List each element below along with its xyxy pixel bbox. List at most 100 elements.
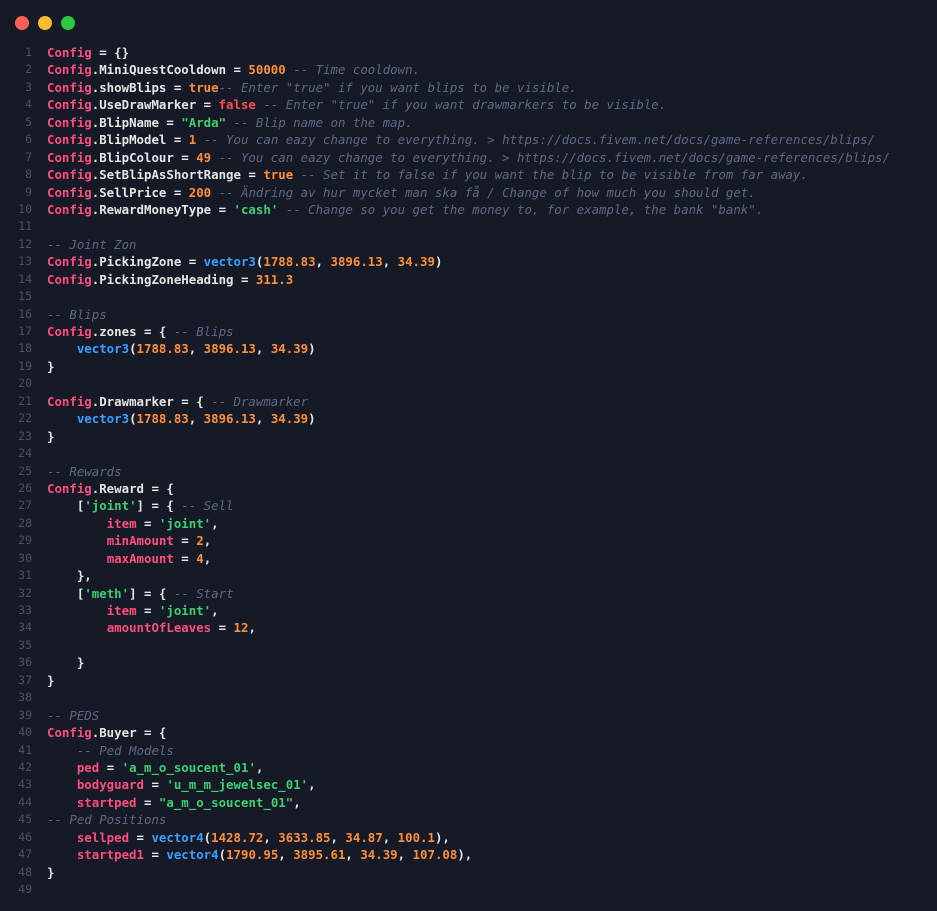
close-button[interactable]: [15, 16, 29, 30]
code-token: .BlipModel =: [91, 132, 189, 148]
code-token: Config: [47, 167, 92, 183]
line-number: 10: [18, 201, 32, 216]
line-text[interactable]: }: [47, 358, 54, 375]
maximize-button[interactable]: [61, 16, 75, 30]
line-text[interactable]: Config.SetBlipAsShortRange = true -- Set…: [47, 166, 808, 183]
line-text[interactable]: -- Joint Zon: [47, 236, 137, 253]
line-text[interactable]: item = 'joint',: [47, 515, 219, 532]
line-text[interactable]: }: [47, 672, 54, 689]
code-line: 13 Config.PickingZone = vector3(1788.83, …: [0, 253, 937, 270]
line-text[interactable]: bodyguard = 'u_m_m_jewelsec_01',: [47, 776, 316, 793]
line-number: 36: [18, 655, 32, 670]
code-token: 4: [196, 550, 204, 566]
line-text[interactable]: -- Ped Models: [47, 742, 174, 759]
line-text[interactable]: }: [47, 428, 54, 445]
line-text[interactable]: startped = "a_m_o_soucent_01",: [47, 794, 301, 811]
code-token: =: [211, 620, 234, 636]
line-text[interactable]: ped = 'a_m_o_soucent_01',: [47, 759, 264, 776]
code-token: =: [173, 533, 197, 549]
code-line: 18 vector3(1788.83, 3896.13, 34.39): [0, 340, 937, 357]
line-text[interactable]: Config = {}: [47, 44, 129, 61]
line-text[interactable]: Config.BlipModel = 1 -- You can eazy cha…: [47, 131, 875, 148]
code-token: ,: [293, 794, 301, 810]
code-token: -- You can eazy change to everything. > …: [196, 132, 876, 148]
line-number: 31: [18, 568, 32, 583]
code-token: Config: [47, 480, 92, 496]
code-line: 12 -- Joint Zon: [0, 236, 937, 253]
code-token: 34.39: [270, 341, 309, 357]
line-number: 7: [25, 149, 32, 164]
code-token: ,: [315, 254, 331, 270]
code-token: ,: [255, 341, 271, 357]
code-line: 24: [0, 445, 937, 462]
line-text[interactable]: Config.zones = { -- Blips: [47, 323, 234, 340]
line-number: 24: [18, 446, 32, 461]
line-text[interactable]: vector3(1788.83, 3896.13, 34.39): [47, 410, 316, 427]
code-token: ,: [248, 620, 256, 636]
line-text[interactable]: Config.Drawmarker = { -- Drawmarker: [47, 393, 308, 410]
code-token: ,: [203, 550, 212, 566]
line-text[interactable]: vector3(1788.83, 3896.13, 34.39): [47, 340, 316, 357]
line-text[interactable]: maxAmount = 4,: [47, 550, 211, 567]
line-text[interactable]: Config.PickingZoneHeading = 311.3: [47, 271, 293, 288]
code-line: 19}: [0, 358, 937, 375]
code-token: item: [106, 515, 137, 531]
line-text[interactable]: Config.RewardMoneyType = 'cash' -- Chang…: [47, 201, 763, 218]
code-line: 3 Config.showBlips = true-- Enter "true" …: [0, 79, 937, 96]
line-text[interactable]: startped1 = vector4(1790.95, 3895.61, 34…: [47, 846, 472, 863]
code-token: ped: [76, 759, 100, 775]
line-text[interactable]: item = 'joint',: [47, 602, 219, 619]
line-text[interactable]: -- Ped Positions: [47, 811, 166, 828]
code-token: ,: [382, 829, 398, 845]
code-token: 3895.61: [293, 847, 346, 863]
line-text[interactable]: ['joint'] = { -- Sell: [47, 497, 234, 514]
code-token: ,: [211, 603, 219, 618]
code-token: bodyguard: [76, 777, 144, 793]
code-token: Config: [47, 149, 92, 165]
line-text[interactable]: -- PEDS: [47, 707, 99, 724]
line-text[interactable]: Config.PickingZone = vector3(1788.83, 38…: [47, 253, 442, 270]
code-line: 37}: [0, 672, 937, 689]
line-text[interactable]: Config.UseDrawMarker = false -- Enter "t…: [47, 96, 666, 113]
code-token: 3633.85: [278, 829, 331, 845]
code-line: 39 -- PEDS: [0, 707, 937, 724]
code-line: 41 -- Ped Models: [0, 742, 937, 759]
minimize-button[interactable]: [38, 16, 52, 30]
line-text[interactable]: Config.BlipName = "Arda" -- Blip name on…: [47, 114, 413, 131]
line-number: 45: [18, 812, 32, 827]
line-text[interactable]: amountOfLeaves = 12,: [47, 619, 256, 636]
line-text[interactable]: Config.Buyer = {: [47, 724, 166, 741]
code-line: 2 Config.MiniQuestCooldown = 50000 -- Tim…: [0, 61, 937, 78]
code-token: ): [308, 411, 316, 427]
code-token: (: [129, 411, 137, 427]
code-line: 17 Config.zones = { -- Blips: [0, 323, 937, 340]
code-line: 21 Config.Drawmarker = { -- Drawmarker: [0, 393, 937, 410]
code-token: =: [136, 794, 159, 810]
line-text[interactable]: }: [47, 864, 54, 881]
code-token: =: [143, 847, 167, 863]
code-token: Config: [47, 62, 92, 78]
line-text[interactable]: }: [47, 654, 84, 671]
line-text[interactable]: Config.SellPrice = 200 -- Ändring av hur…: [47, 184, 756, 201]
line-text[interactable]: },: [47, 567, 92, 584]
code-token: vector3: [203, 254, 256, 270]
line-text[interactable]: Config.MiniQuestCooldown = 50000 -- Time…: [47, 61, 420, 78]
line-text[interactable]: minAmount = 2,: [47, 532, 211, 549]
code-line: 11: [0, 218, 937, 235]
code-token: 2: [196, 533, 204, 549]
code-token: ,: [188, 411, 204, 427]
code-token: Config: [47, 254, 92, 270]
line-text[interactable]: Config.showBlips = true-- Enter "true" i…: [47, 79, 577, 96]
line-text[interactable]: Config.BlipColour = 49 -- You can eazy c…: [47, 149, 890, 166]
line-text[interactable]: Config.Reward = {: [47, 480, 174, 497]
line-text[interactable]: sellped = vector4(1428.72, 3633.85, 34.8…: [47, 829, 450, 846]
line-text[interactable]: ['meth'] = { -- Start: [47, 585, 234, 602]
code-token: }: [47, 864, 55, 880]
line-text[interactable]: -- Blips: [47, 306, 107, 323]
code-token: ,: [397, 847, 413, 863]
line-text[interactable]: -- Rewards: [47, 463, 122, 480]
